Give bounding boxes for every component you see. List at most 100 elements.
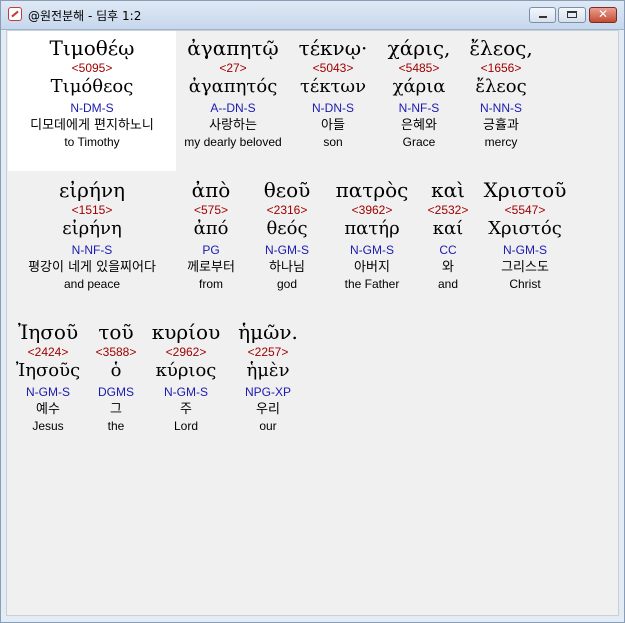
greek-lemma: τέκτων [299, 76, 367, 97]
greek-word: τοῦ [98, 320, 134, 344]
korean-gloss: 긍휼과 [483, 118, 519, 133]
english-gloss: Grace [402, 135, 436, 149]
close-icon: ✕ [597, 7, 609, 21]
greek-word: κυρίου [151, 320, 221, 344]
greek-word: ἡμῶν. [238, 320, 298, 344]
english-gloss: the [107, 419, 125, 433]
english-gloss: my dearly beloved [184, 135, 282, 149]
greek-lemma: χάρια [392, 76, 446, 97]
strong-number[interactable]: <575> [177, 203, 245, 217]
word-column[interactable]: ἀπὸ <575> ἀπό PG 께로부터 from [177, 173, 245, 292]
word-column[interactable]: τοῦ <3588> ὁ DGMS 그 the [87, 315, 145, 434]
english-gloss: Lord [173, 419, 199, 433]
english-gloss: from [199, 277, 223, 291]
greek-lemma: ἔλεος [475, 76, 527, 97]
greek-word: χάρις, [387, 36, 451, 60]
korean-gloss: 아들 [321, 118, 345, 133]
maximize-icon [567, 11, 577, 18]
strong-number[interactable]: <2532> [417, 203, 479, 217]
word-column[interactable]: πατρὸς <3962> πατήρ N-GM-S 아버지 the Fathe… [329, 173, 415, 292]
greek-word: ἀγαπητῷ [187, 36, 279, 60]
greek-word: πατρὸς [335, 178, 409, 202]
parsing-code: N-NF-S [71, 243, 113, 257]
korean-gloss: 은혜와 [401, 118, 437, 133]
word-column[interactable]: ἀγαπητῷ <27> ἀγαπητός A--DN-S 사랑하는 my de… [177, 31, 289, 150]
strong-number[interactable]: <1656> [461, 61, 541, 75]
greek-lemma: Ἰησοῦς [15, 360, 81, 381]
parsing-code: N-GM-S [350, 243, 394, 257]
word-column[interactable]: τέκνῳ· <5043> τέκτων N-DN-S 아들 son [293, 31, 373, 150]
greek-word: εἰρήνη [58, 178, 126, 202]
strong-number[interactable]: <27> [177, 61, 289, 75]
greek-word: τέκνῳ· [298, 36, 368, 60]
greek-word: Τιμοθέῳ [49, 36, 135, 60]
korean-gloss: 사랑하는 [209, 118, 257, 133]
word-column[interactable]: ἡμῶν. <2257> ἡμὲν NPG-XP 우리 our [231, 315, 305, 434]
strong-number[interactable]: <2962> [149, 345, 223, 359]
parsing-code: N-GM-S [164, 385, 208, 399]
greek-lemma: θεός [266, 218, 308, 239]
word-column[interactable]: κυρίου <2962> κύριος N-GM-S 주 Lord [149, 315, 223, 434]
parsing-code: N-NF-S [398, 101, 440, 115]
english-gloss: and [437, 277, 459, 291]
strong-number[interactable]: <2424> [15, 345, 81, 359]
word-column[interactable]: Τιμοθέῳ <5095> Τιμόθεος N-DM-S 디모데에게 편지하… [7, 31, 177, 150]
strong-number[interactable]: <5095> [7, 61, 177, 75]
app-window: @원전분해 - 딤후 1:2 ✕ Τιμοθέῳ <5095> Τιμόθεος… [0, 0, 625, 623]
strong-number[interactable]: <5485> [379, 61, 459, 75]
greek-lemma: Τιμόθεος [50, 76, 134, 97]
word-column[interactable]: θεοῦ <2316> θεός N-GM-S 하나님 god [247, 173, 327, 292]
app-logo-icon [8, 7, 22, 21]
strong-number[interactable]: <2257> [231, 345, 305, 359]
minimize-icon [539, 16, 547, 18]
word-column[interactable]: χάρις, <5485> χάρια N-NF-S 은혜와 Grace [379, 31, 459, 150]
window-title: @원전분해 - 딤후 1:2 [28, 9, 142, 23]
korean-gloss: 예수 [36, 402, 60, 417]
maximize-button[interactable] [558, 7, 586, 23]
korean-gloss: 디모데에게 편지하노니 [30, 118, 154, 133]
greek-word: θεοῦ [263, 178, 311, 202]
strong-number[interactable]: <1515> [7, 203, 177, 217]
english-gloss: god [276, 277, 298, 291]
greek-lemma: εἰρήνη [62, 218, 122, 239]
greek-word: Ἰησοῦ [17, 320, 79, 344]
word-column[interactable]: εἰρήνη <1515> εἰρήνη N-NF-S 평강이 네게 있을찌어다… [7, 173, 177, 292]
greek-word: Χριστοῦ [483, 178, 567, 202]
strong-number[interactable]: <5547> [477, 203, 573, 217]
close-button[interactable]: ✕ [589, 7, 617, 23]
word-column[interactable]: Ἰησοῦ <2424> Ἰησοῦς N-GM-S 예수 Jesus [15, 315, 81, 434]
korean-gloss: 그리스도 [501, 260, 549, 275]
strong-number[interactable]: <5043> [293, 61, 373, 75]
word-column[interactable]: καὶ <2532> καί CC 와 and [417, 173, 479, 292]
english-gloss: and peace [63, 277, 121, 291]
greek-lemma: πατήρ [344, 218, 400, 239]
greek-lemma: ἡμὲν [246, 360, 290, 381]
minimize-button[interactable] [529, 7, 556, 23]
korean-gloss: 와 [442, 260, 454, 275]
parsing-code: NPG-XP [244, 385, 291, 399]
word-column[interactable]: Χριστοῦ <5547> Χριστός N-GM-S 그리스도 Chris… [477, 173, 573, 292]
parsing-code: N-GM-S [503, 243, 547, 257]
greek-lemma: κύριος [155, 360, 217, 381]
english-gloss: Jesus [32, 419, 64, 433]
parsing-code: PG [202, 243, 220, 257]
word-column[interactable]: ἔλεος, <1656> ἔλεος N-NN-S 긍휼과 mercy [461, 31, 541, 150]
korean-gloss: 아버지 [354, 260, 390, 275]
parsing-code: N-DM-S [70, 101, 114, 115]
strong-number[interactable]: <3588> [87, 345, 145, 359]
greek-lemma: ὁ [110, 360, 122, 381]
parsing-code: N-GM-S [26, 385, 70, 399]
title-bar[interactable]: @원전분해 - 딤후 1:2 ✕ [1, 1, 624, 30]
english-gloss: to Timothy [64, 135, 120, 149]
greek-lemma: ἀγαπητός [188, 76, 278, 97]
greek-lemma: ἀπό [193, 218, 229, 239]
strong-number[interactable]: <2316> [247, 203, 327, 217]
parsing-code: DGMS [98, 385, 134, 399]
strong-number[interactable]: <3962> [329, 203, 415, 217]
korean-gloss: 하나님 [269, 260, 305, 275]
english-gloss: the Father [344, 277, 400, 291]
korean-gloss: 주 [180, 402, 192, 417]
greek-lemma: καί [432, 218, 464, 239]
parsing-code: N-NN-S [480, 101, 522, 115]
greek-word: καὶ [431, 178, 465, 202]
